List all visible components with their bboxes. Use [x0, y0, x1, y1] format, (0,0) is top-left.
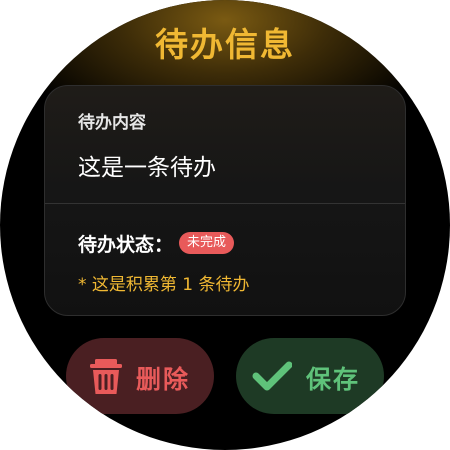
content-value[interactable]: 这是一条待办 [78, 148, 216, 182]
trash-icon [86, 356, 126, 396]
delete-button[interactable]: 删除 [66, 338, 214, 414]
page-title: 待办信息 [155, 25, 295, 64]
delete-button-label: 删除 [136, 365, 191, 394]
save-button-label: 保存 [306, 365, 361, 394]
status-badge[interactable]: 未完成 [179, 232, 235, 254]
status-label: 待办状态： [78, 233, 174, 256]
status-row: 待办状态： 未完成 [78, 230, 235, 256]
checkmark-icon [252, 356, 293, 396]
save-button[interactable]: 保存 [236, 338, 384, 414]
todo-note: * 这是积累第 1 条待办 [78, 275, 250, 295]
watch-screen: 待办信息 待办内容 这是一条待办 待办状态： 未完成 * 这是积累第 1 条待办… [0, 0, 450, 450]
content-label: 待办内容 [78, 113, 146, 133]
todo-card: 待办内容 这是一条待办 待办状态： 未完成 * 这是积累第 1 条待办 [44, 85, 406, 316]
divider [45, 203, 405, 204]
